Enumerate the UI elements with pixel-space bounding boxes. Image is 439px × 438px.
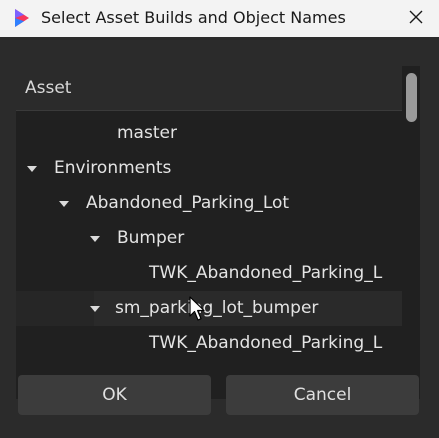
close-icon <box>408 9 424 29</box>
tree-header-label: Asset <box>25 78 72 98</box>
tree-row-master[interactable]: master <box>16 116 402 151</box>
expand-arrow-icon[interactable] <box>27 166 37 172</box>
ok-button[interactable]: OK <box>18 375 211 415</box>
tree-row-label: master <box>117 123 177 143</box>
close-button[interactable] <box>393 0 439 37</box>
tree-row-label: Environments <box>54 158 172 178</box>
tree-row-label: TWK_Abandoned_Parking_L <box>149 263 383 283</box>
mouse-cursor-icon <box>189 296 207 322</box>
window-title: Select Asset Builds and Object Names <box>41 8 346 27</box>
tree-row-label: Abandoned_Parking_Lot <box>86 193 290 213</box>
tree-row-sm-parking-lot-bumper[interactable]: sm_parking_lot_bumper <box>16 291 402 326</box>
tree-row-twk-abandoned-parking-2[interactable]: TWK_Abandoned_Parking_L <box>16 326 402 361</box>
app-logo-icon <box>12 8 32 28</box>
expand-arrow-icon[interactable] <box>90 306 100 312</box>
tree-row-abandoned-parking-lot[interactable]: Abandoned_Parking_Lot <box>16 186 402 221</box>
tree-row-bumper[interactable]: Bumper <box>16 221 402 256</box>
vertical-scrollbar[interactable] <box>402 66 420 381</box>
dialog-body: Asset master Environments Abandoned_Park… <box>0 37 439 438</box>
tree-row-label: sm_parking_lot_bumper <box>115 298 319 318</box>
tree-row-label: Bumper <box>117 228 185 248</box>
tree-row-label: TWK_Abandoned_Parking_L <box>149 333 383 353</box>
vertical-scroll-thumb[interactable] <box>406 73 417 122</box>
tree-header[interactable]: Asset <box>16 66 402 111</box>
asset-tree[interactable]: Asset master Environments Abandoned_Park… <box>16 66 420 399</box>
tree-row-environments[interactable]: Environments <box>16 151 402 186</box>
cancel-button[interactable]: Cancel <box>226 375 419 415</box>
expand-arrow-icon[interactable] <box>59 201 69 207</box>
expand-arrow-icon[interactable] <box>90 236 100 242</box>
tree-row-twk-abandoned-parking-1[interactable]: TWK_Abandoned_Parking_L <box>16 256 402 291</box>
title-bar: Select Asset Builds and Object Names <box>0 0 439 37</box>
